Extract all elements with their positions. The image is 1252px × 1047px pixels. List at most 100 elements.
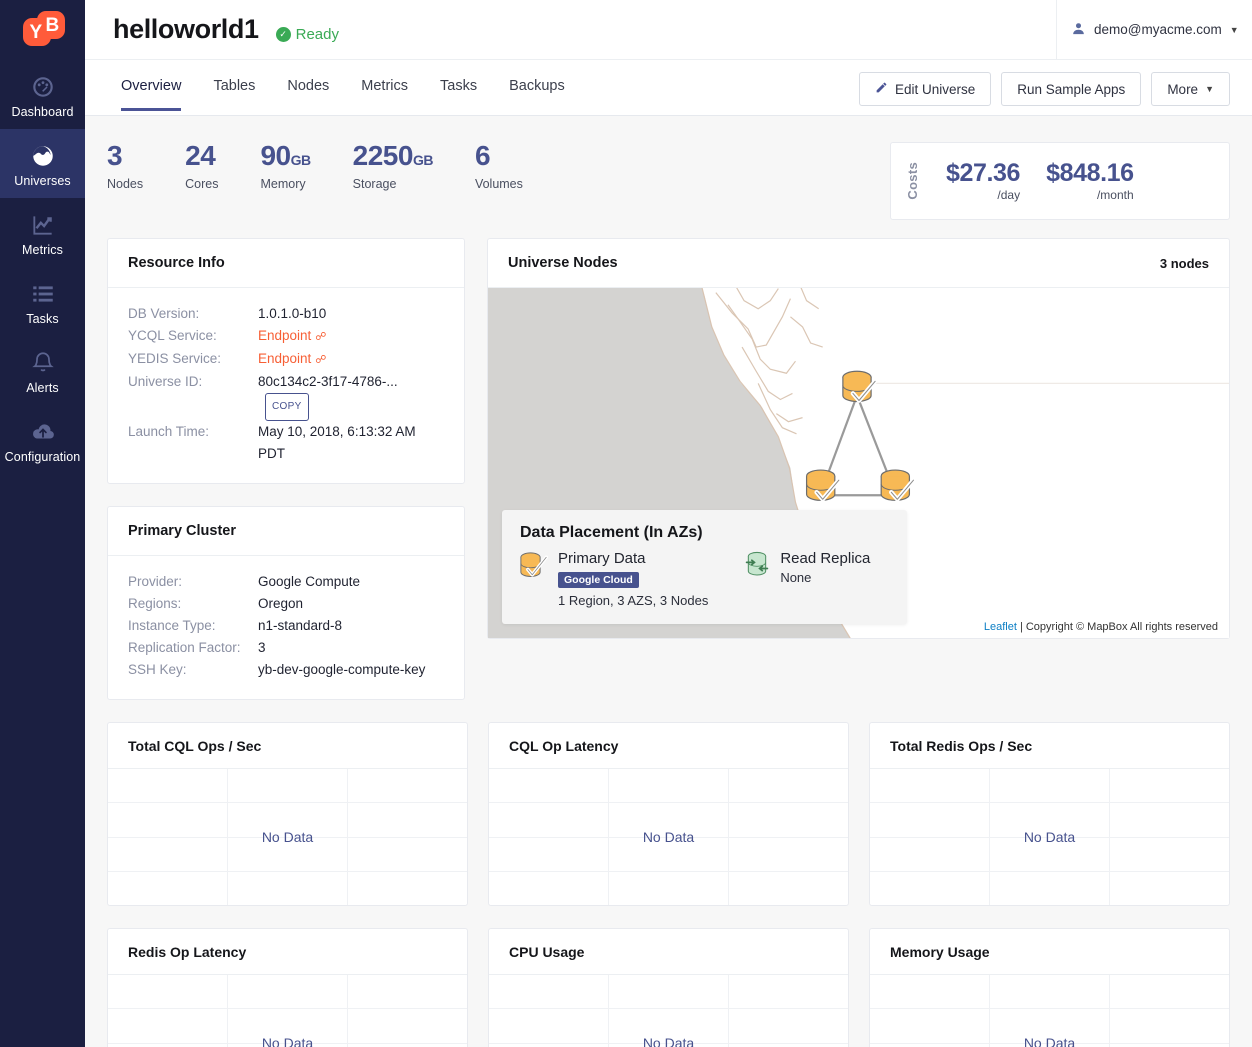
page-title: helloworld1 [113,14,259,44]
placement-primary-subtitle: 1 Region, 3 AZS, 3 Nodes [558,593,709,608]
chart-total-cql-ops: No Data [108,769,467,905]
chart-redis-op-latency: No Data [108,975,467,1047]
bell-icon [2,348,83,378]
app-logo[interactable]: Y B [0,0,85,60]
chart-total-redis-ops: No Data [870,769,1229,905]
sidebar-item-alerts[interactable]: Alerts [0,336,85,405]
no-data-label: No Data [1023,829,1076,845]
sidebar-item-universes[interactable]: Universes [0,129,85,198]
stat-memory-value: 90 [260,140,291,171]
logo-letter-y: Y [29,22,43,43]
cluster-row-regions: Regions: Oregon [128,593,444,615]
stat-storage-unit: GB [412,152,434,168]
metric-card-total-cql-ops: Total CQL Ops / Sec No Data [107,722,468,906]
data-placement-title: Data Placement (In AZs) [520,523,703,541]
universe-nodes-card: Universe Nodes 3 nodes Data Placement (I… [487,238,1230,639]
sidebar-item-configuration[interactable]: Configuration [0,405,85,474]
no-data-label: No Data [261,1035,314,1047]
sidebar-item-dashboard[interactable]: Dashboard [0,60,85,129]
ycql-endpoint-link[interactable]: Endpoint ☍ [258,325,326,348]
resource-key-launch-time: Launch Time: [128,424,210,439]
logo-letter-b: B [45,15,60,36]
resource-row-ycql-service: YCQL Service: Endpoint ☍ [128,325,444,348]
metric-title-cql-op-latency: CQL Op Latency [489,723,848,769]
stat-nodes-value: 3 [107,140,123,171]
tab-tables[interactable]: Tables [197,60,271,111]
tab-overview[interactable]: Overview [105,60,197,111]
database-primary-icon [520,551,548,609]
external-link-icon: ☍ [315,354,327,366]
resource-row-launch-time: Launch Time: May 10, 2018, 6:13:32 AM PD… [128,421,444,465]
universe-nodes-count: 3 nodes [1159,255,1209,271]
run-sample-apps-button[interactable]: Run Sample Apps [1001,72,1142,106]
yedis-endpoint-link[interactable]: Endpoint ☍ [258,348,326,371]
list-icon [2,279,83,309]
middle-row: Resource Info DB Version: 1.0.1.0-b10 YC… [107,238,1230,700]
costs-card: Costs $27.36 /day $848.16 /month [890,142,1230,220]
stat-volumes-value: 6 [474,140,491,171]
metrics-row-2: Redis Op Latency No Data CPU Usage No Da… [107,928,1230,1047]
metric-title-memory-usage: Memory Usage [870,929,1229,975]
cluster-key-regions: Regions: [128,596,182,611]
edit-universe-button[interactable]: Edit Universe [858,72,992,106]
metric-card-cql-op-latency: CQL Op Latency No Data [488,722,849,906]
stat-memory-unit: GB [290,152,312,168]
globe-icon [2,141,83,171]
top-bar-left: helloworld1 ✓ Ready [85,14,1056,45]
cluster-key-ssh-key: SSH Key: [128,662,187,677]
primary-cluster-body: Provider: Google Compute Regions: Oregon… [108,556,464,699]
user-menu[interactable]: demo@myacme.com ▼ [1056,0,1252,60]
no-data-label: No Data [642,1035,695,1047]
sidebar-label-configuration: Configuration [4,450,81,464]
cost-day-amount: $27.36 [946,158,1021,187]
sidebar-item-tasks[interactable]: Tasks [0,267,85,336]
status-badge-label: Ready [295,26,339,43]
top-bar: helloworld1 ✓ Ready demo@myacme.com ▼ [85,0,1252,60]
copy-button[interactable]: COPY [265,393,309,421]
run-sample-apps-label: Run Sample Apps [1017,81,1126,97]
metric-card-cpu-usage: CPU Usage No Data [488,928,849,1047]
resource-info-body: DB Version: 1.0.1.0-b10 YCQL Service: En… [108,288,464,483]
cluster-value-regions: Oregon [258,596,304,611]
tab-backups[interactable]: Backups [493,60,581,111]
tab-list: Overview Tables Nodes Metrics Tasks Back… [85,60,581,111]
check-circle-icon: ✓ [275,27,291,42]
resource-key-universe-id: Universe ID: [128,374,203,389]
stat-storage-label: Storage [352,177,397,191]
tab-bar: Overview Tables Nodes Metrics Tasks Back… [85,60,1252,116]
chart-line-icon [2,210,83,240]
sidebar-item-metrics[interactable]: Metrics [0,198,85,267]
leaflet-link[interactable]: Leaflet [984,621,1017,633]
data-placement-panel: Data Placement (In AZs) Primary Data Goo… [502,509,907,624]
metric-card-redis-op-latency: Redis Op Latency No Data [107,928,468,1047]
resource-value-launch-time: May 10, 2018, 6:13:32 AM PDT [258,424,416,461]
node-marker [880,469,916,502]
resource-key-ycql-service: YCQL Service: [128,328,217,343]
placement-primary: Primary Data Google Cloud 1 Region, 3 AZ… [520,550,709,609]
avatar-icon [1071,21,1086,39]
cloud-upload-icon [2,417,83,447]
resource-key-db-version: DB Version: [128,306,200,321]
universe-nodes-title: Universe Nodes [508,255,618,271]
database-replica-icon [744,551,770,609]
tab-nodes[interactable]: Nodes [271,60,345,111]
content-area: 3 Nodes 24 Cores 90GB Memory 2250GB Stor… [85,116,1252,1047]
tab-tasks[interactable]: Tasks [424,60,493,111]
cloud-provider-badge: Google Cloud [558,572,639,588]
primary-cluster-title: Primary Cluster [108,507,464,556]
stat-storage: 2250GB Storage [352,142,434,192]
left-column: Resource Info DB Version: 1.0.1.0-b10 YC… [107,238,465,700]
placement-replica-name: Read Replica [780,549,871,567]
stat-memory: 90GB Memory [260,140,312,192]
cost-day-period: /day [997,188,1021,203]
metric-title-cpu-usage: CPU Usage [489,929,848,975]
cluster-value-provider: Google Compute [258,574,361,589]
resource-info-card: Resource Info DB Version: 1.0.1.0-b10 YC… [107,238,465,484]
node-marker [805,469,842,502]
resource-row-db-version: DB Version: 1.0.1.0-b10 [128,303,444,325]
more-button[interactable]: More ▼ [1151,72,1230,106]
metric-title-total-redis-ops: Total Redis Ops / Sec [870,723,1229,769]
chevron-down-icon: ▼ [1205,84,1214,94]
tab-metrics[interactable]: Metrics [345,60,424,111]
node-map[interactable]: Data Placement (In AZs) Primary Data Goo… [488,288,1229,638]
